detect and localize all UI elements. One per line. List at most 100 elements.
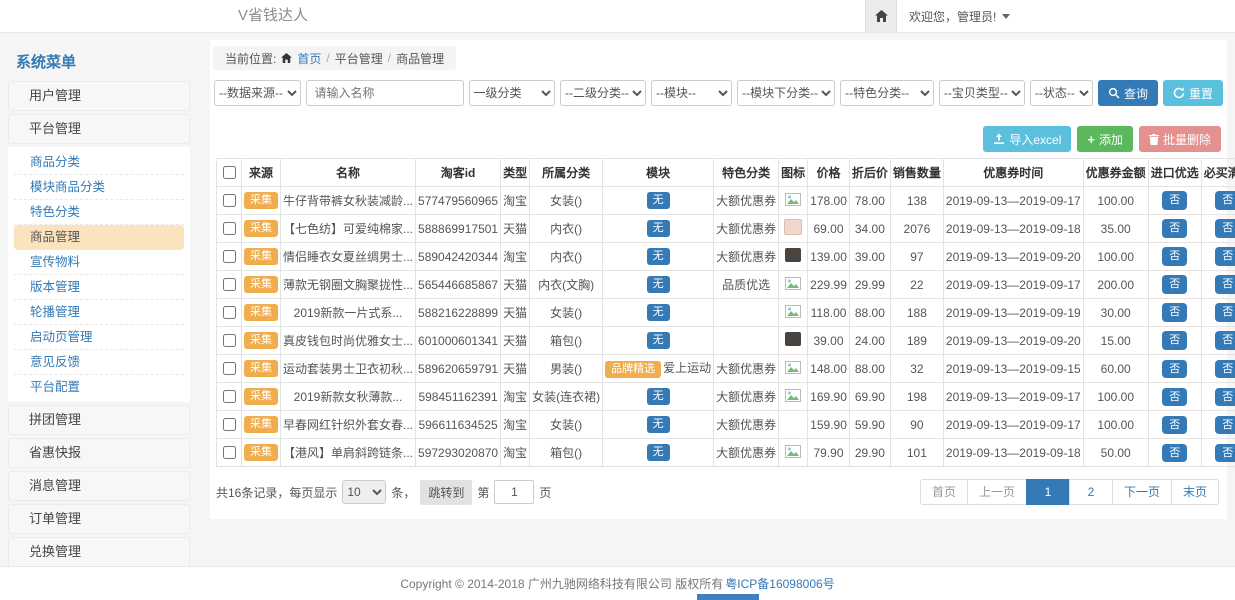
sidebar-sub-item[interactable]: 轮播管理 [14, 300, 184, 325]
row-checkbox[interactable] [223, 250, 236, 263]
sidebar-sub-item[interactable]: 启动页管理 [14, 325, 184, 350]
import-select-badge[interactable]: 否 [1162, 388, 1187, 406]
sidebar-group-item[interactable]: 消息管理 [8, 471, 190, 501]
sidebar-group-item[interactable]: 拼团管理 [8, 405, 190, 435]
jump-button[interactable]: 跳转到 [420, 480, 472, 505]
filter-select-5[interactable]: --模块下分类-- [737, 80, 835, 106]
sidebar-group-item[interactable]: 用户管理 [8, 81, 190, 111]
reset-button[interactable]: 重置 [1163, 80, 1223, 106]
search-button[interactable]: 查询 [1098, 80, 1158, 106]
sidebar-group-item[interactable]: 兑换管理 [8, 537, 190, 567]
products-table: 来源名称淘客id类型所属分类模块特色分类图标价格折后价销售数量优惠券时间优惠券金… [216, 158, 1235, 467]
page-button[interactable]: 首页 [920, 479, 968, 505]
price: 139.00 [808, 243, 850, 271]
product-type: 天猫 [501, 355, 530, 383]
jump-page-input[interactable] [494, 480, 534, 504]
coupon-amount: 35.00 [1083, 215, 1148, 243]
import-select-badge[interactable]: 否 [1162, 360, 1187, 378]
sidebar-sub-item[interactable]: 意见反馈 [14, 350, 184, 375]
page-button[interactable]: 末页 [1171, 479, 1219, 505]
sidebar-sub-item[interactable]: 特色分类 [14, 200, 184, 225]
import-select-badge[interactable]: 否 [1162, 303, 1187, 321]
sales-count: 188 [890, 299, 943, 327]
filter-select-1[interactable]: --数据来源-- [214, 80, 301, 106]
sidebar-sub-item[interactable]: 版本管理 [14, 275, 184, 300]
import-select-badge[interactable]: 否 [1162, 275, 1187, 293]
per-page-select[interactable]: 10 [342, 480, 386, 504]
row-checkbox[interactable] [223, 306, 236, 319]
price: 178.00 [808, 187, 850, 215]
filter-select-7[interactable]: --宝贝类型-- [939, 80, 1025, 106]
filter-select-6[interactable]: --特色分类-- [840, 80, 934, 106]
filter-select-8[interactable]: --状态-- [1030, 80, 1093, 106]
import-select-badge[interactable]: 否 [1162, 247, 1187, 265]
module-cell: 无 [603, 439, 714, 467]
import-select-badge[interactable]: 否 [1162, 444, 1187, 462]
sidebar-group-item[interactable]: 订单管理 [8, 504, 190, 534]
taoke-id: 589042420344 [416, 243, 501, 271]
page-button[interactable]: 2 [1069, 479, 1113, 505]
column-header: 淘客id [416, 159, 501, 187]
product-icon-cell [779, 439, 808, 467]
page-button[interactable]: 上一页 [967, 479, 1027, 505]
image-placeholder-icon [785, 389, 801, 402]
row-checkbox[interactable] [223, 418, 236, 431]
row-checkbox[interactable] [223, 390, 236, 403]
sidebar-group-item[interactable]: 平台管理 [8, 114, 190, 144]
feature-category: 大额优惠券 [714, 411, 779, 439]
icp-link[interactable]: 粤ICP备16098006号 [725, 575, 834, 592]
must-buy-badge[interactable]: 否 [1215, 416, 1235, 434]
must-buy-badge[interactable]: 否 [1215, 219, 1235, 237]
filter-select-3[interactable]: --二级分类-- [560, 80, 646, 106]
select-all-checkbox[interactable] [223, 166, 236, 179]
source-badge: 采集 [244, 416, 278, 433]
filter-select-2[interactable]: 一级分类 [469, 80, 556, 106]
page-button[interactable]: 下一页 [1112, 479, 1172, 505]
must-buy-badge[interactable]: 否 [1215, 191, 1235, 209]
column-header: 所属分类 [530, 159, 603, 187]
import-excel-button[interactable]: 导入excel [983, 126, 1071, 152]
must-buy-badge[interactable]: 否 [1215, 331, 1235, 349]
module-cell: 无 [603, 327, 714, 355]
product-icon-cell [779, 215, 808, 243]
feature-category: 品质优选 [714, 271, 779, 299]
user-menu[interactable]: 欢迎您，管理员! [897, 0, 1022, 32]
sidebar-sub-item[interactable]: 宣传物料 [14, 250, 184, 275]
must-buy-badge[interactable]: 否 [1215, 388, 1235, 406]
sidebar-sub-item[interactable]: 商品管理 [14, 225, 184, 250]
column-header: 优惠券时间 [943, 159, 1083, 187]
sidebar-group-item[interactable]: 省惠快报 [8, 438, 190, 468]
column-header: 来源 [242, 159, 281, 187]
row-checkbox[interactable] [223, 194, 236, 207]
sidebar-sub-item[interactable]: 商品分类 [14, 150, 184, 175]
name-search-input[interactable] [306, 80, 464, 106]
row-checkbox[interactable] [223, 334, 236, 347]
must-buy-badge[interactable]: 否 [1215, 444, 1235, 462]
must-buy-badge[interactable]: 否 [1215, 275, 1235, 293]
breadcrumb-home-link[interactable]: 首页 [297, 50, 321, 67]
import-select-badge[interactable]: 否 [1162, 331, 1187, 349]
must-buy-badge[interactable]: 否 [1215, 303, 1235, 321]
filter-select-4[interactable]: --模块-- [651, 80, 732, 106]
row-checkbox[interactable] [223, 278, 236, 291]
import-select-badge[interactable]: 否 [1162, 219, 1187, 237]
sidebar-sub-item[interactable]: 平台配置 [14, 375, 184, 399]
home-button[interactable] [865, 0, 897, 32]
must-buy-badge[interactable]: 否 [1215, 247, 1235, 265]
must-buy-badge[interactable]: 否 [1215, 360, 1235, 378]
sidebar-sub-item[interactable]: 模块商品分类 [14, 175, 184, 200]
import-select-badge[interactable]: 否 [1162, 191, 1187, 209]
batch-delete-button[interactable]: 批量删除 [1139, 126, 1221, 152]
discount-price: 88.00 [849, 299, 890, 327]
import-select-badge[interactable]: 否 [1162, 416, 1187, 434]
reset-button-label: 重置 [1189, 85, 1213, 102]
row-checkbox[interactable] [223, 362, 236, 375]
page-button[interactable]: 1 [1026, 479, 1070, 505]
row-checkbox[interactable] [223, 222, 236, 235]
row-checkbox[interactable] [223, 446, 236, 459]
product-category: 女装() [530, 411, 603, 439]
discount-price: 39.00 [849, 243, 890, 271]
coupon-time: 2019-09-13—2019-09-20 [943, 243, 1083, 271]
coupon-time: 2019-09-13—2019-09-20 [943, 327, 1083, 355]
add-button[interactable]: + 添加 [1077, 126, 1133, 152]
